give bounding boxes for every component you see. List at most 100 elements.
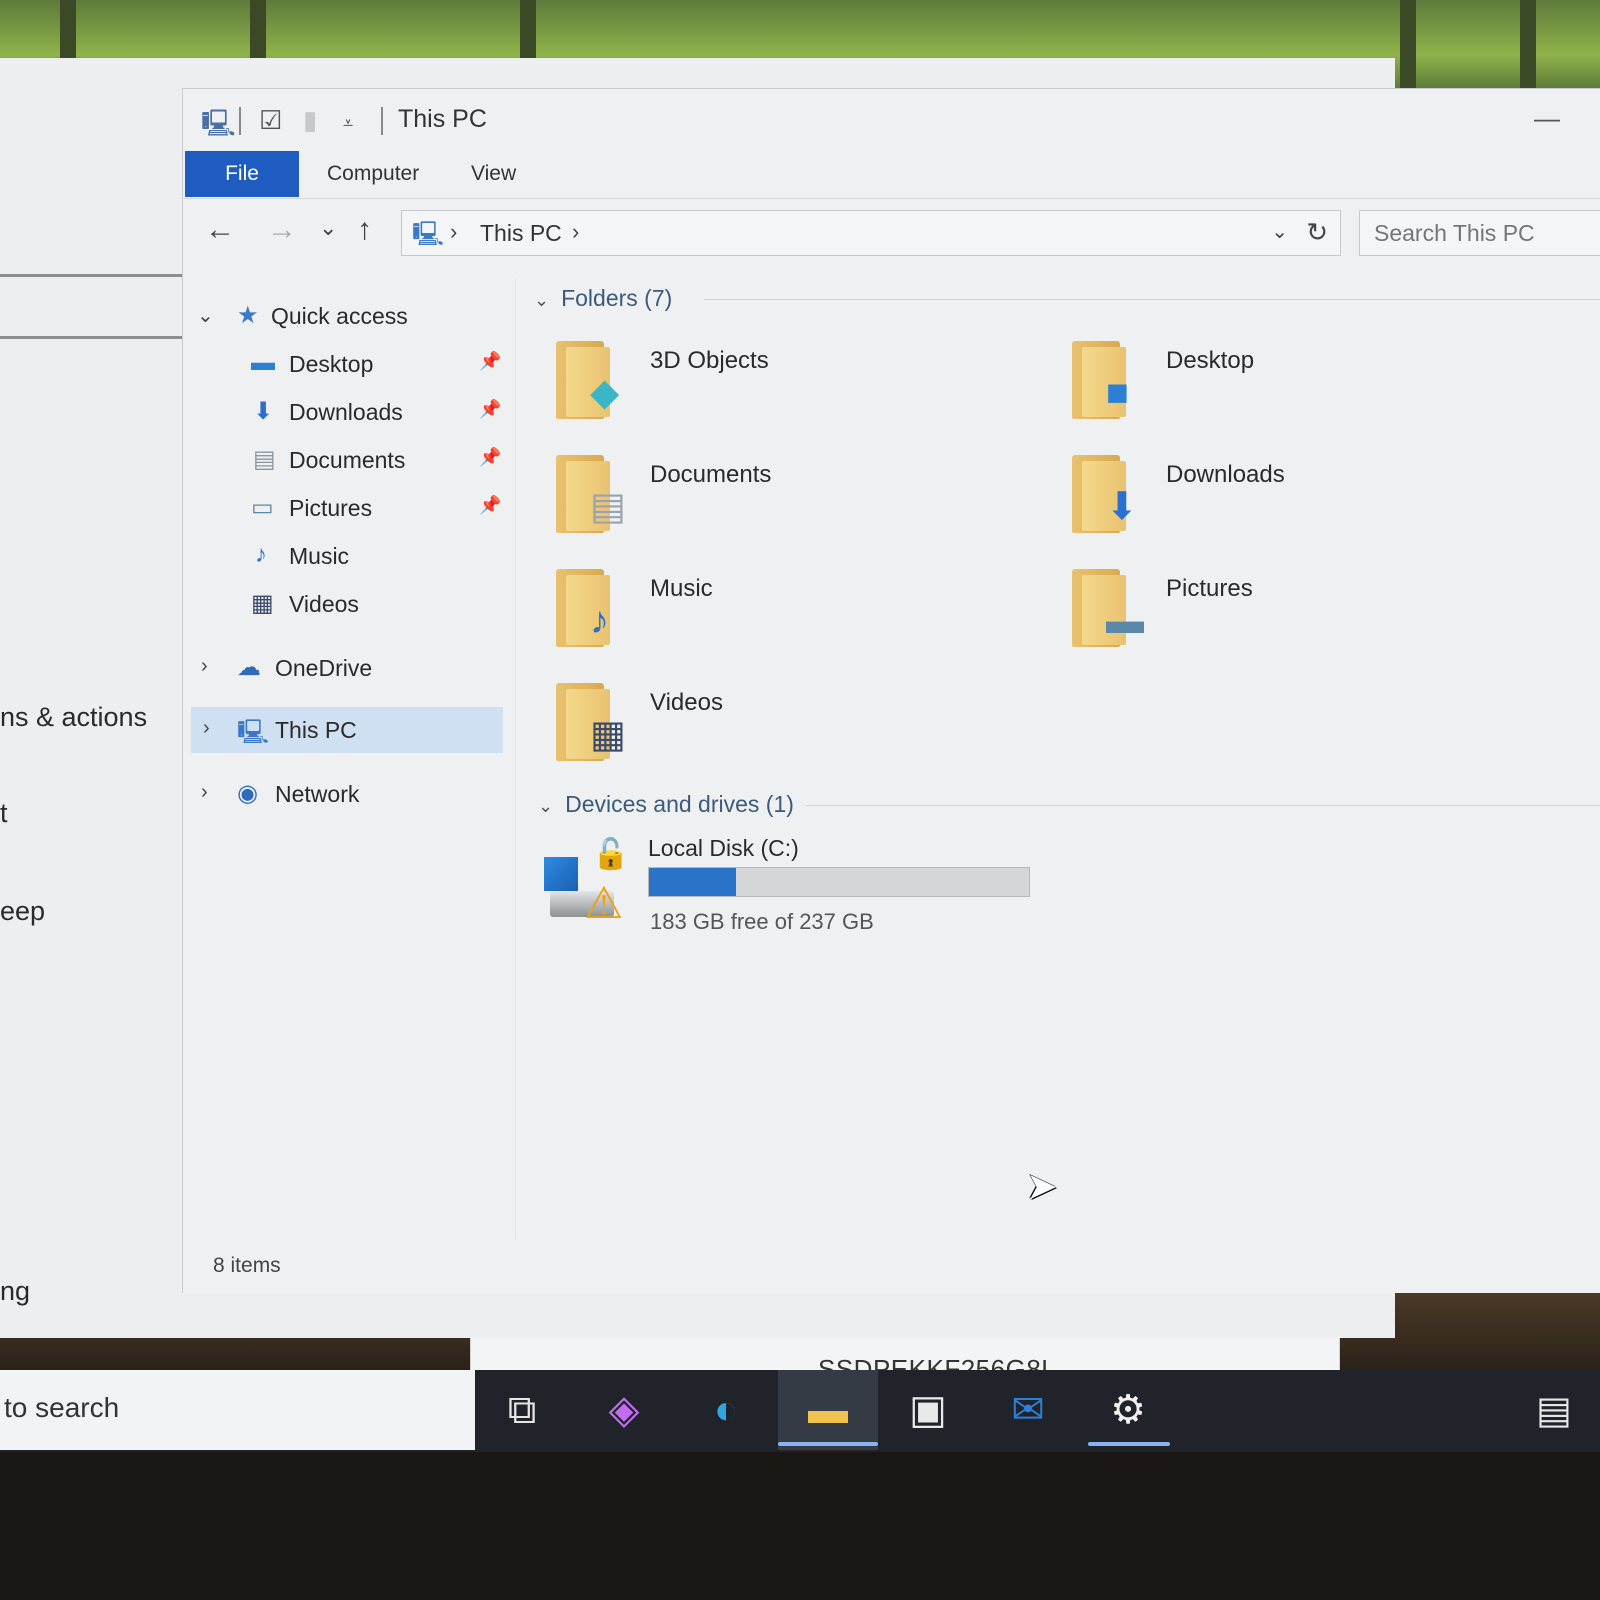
nav-item-label: Pictures (289, 495, 373, 521)
desktop-icon: ■ (1106, 372, 1129, 414)
bamboo-stalk (1520, 0, 1536, 90)
settings-nav-fragment[interactable]: ns & actions (0, 702, 147, 733)
drive-usage-fill (649, 868, 736, 896)
taskbar-search-box[interactable]: to search (0, 1370, 475, 1450)
computer-icon[interactable]: 🖳 (201, 105, 236, 149)
chevron-right-icon[interactable]: › (201, 655, 208, 678)
nav-item-onedrive[interactable]: › ☁ OneDrive (183, 645, 503, 691)
separator (381, 107, 383, 135)
pin-icon[interactable]: 📌 (479, 495, 501, 516)
folder-icon: ◆ (556, 339, 632, 419)
task-view-icon[interactable]: ⧉ (492, 1382, 552, 1438)
task-view-glyph: ⧉ (507, 1388, 537, 1432)
nav-item-label: Downloads (289, 399, 403, 425)
breadcrumb-this-pc[interactable]: This PC (480, 220, 562, 247)
tab-computer[interactable]: Computer (301, 151, 445, 197)
settings-icon[interactable]: ⚙ (1098, 1382, 1158, 1438)
chevron-down-icon[interactable]: ⌄ (538, 796, 553, 817)
group-header-label: Devices and drives (1) (565, 791, 794, 817)
new-folder-icon[interactable]: ▮ (303, 105, 317, 136)
tab-view[interactable]: View (445, 151, 542, 197)
chevron-down-icon[interactable]: ⌄ (534, 290, 549, 311)
this-pc-icon: 🖳 (237, 719, 270, 746)
status-item-count: 8 items (213, 1254, 281, 1277)
outlook-icon[interactable]: ✉ (998, 1382, 1058, 1438)
folder-item-downloads[interactable]: ⬇ Downloads (1072, 453, 1542, 553)
settings-nav-fragment[interactable]: t (0, 798, 8, 829)
minimize-button[interactable]: — (1534, 103, 1560, 134)
edge-glyph: ◐ (713, 1388, 739, 1432)
microsoft-store-icon[interactable]: ▣ (898, 1382, 958, 1438)
group-header-label: Folders (7) (561, 285, 673, 311)
folder-item-desktop[interactable]: ■ Desktop (1072, 339, 1542, 439)
running-indicator (778, 1442, 878, 1446)
settings-nav-fragment[interactable]: ng (0, 1276, 30, 1307)
nav-item-label: OneDrive (275, 655, 373, 681)
documents-icon: ▤ (253, 446, 276, 473)
folder-icon: ⬇ (1072, 453, 1148, 533)
folder-name: Documents (650, 461, 772, 488)
folder-item-pictures[interactable]: ▬ Pictures (1072, 567, 1542, 667)
nav-item-label: Music (289, 543, 350, 569)
search-input[interactable] (1359, 210, 1600, 256)
mouse-cursor-icon: ➤ (1026, 1166, 1058, 1208)
folder-item-music[interactable]: ♪ Music (556, 567, 1026, 667)
nav-item-pictures[interactable]: ▭ Pictures 📌 (183, 485, 503, 531)
nav-item-music[interactable]: ♪ Music (183, 533, 503, 579)
folder-name: 3D Objects (650, 347, 769, 374)
navigation-pane: ⌄ ★ Quick access ▬ Desktop 📌 ⬇ Downloads… (183, 279, 513, 1239)
nav-item-quick-access[interactable]: ⌄ ★ Quick access (183, 293, 503, 339)
title-bar: 🖳 ☑ ▮ ⩡ This PC — (183, 89, 1600, 153)
folder-item-3d-objects[interactable]: ◆ 3D Objects (556, 339, 1026, 439)
pin-icon[interactable]: 📌 (479, 399, 501, 420)
nav-item-label: Quick access (271, 303, 408, 329)
recent-locations-button[interactable]: ⌄ (319, 215, 337, 241)
star-icon: ★ (237, 302, 259, 329)
nav-item-network[interactable]: › ◉ Network (183, 771, 503, 817)
nav-item-label: Documents (289, 447, 406, 473)
back-button[interactable]: ← (205, 213, 235, 247)
copilot-icon[interactable]: ◈ (594, 1382, 654, 1438)
address-dropdown-button[interactable]: ⌄ (1271, 219, 1288, 244)
settings-nav-fragment[interactable]: eep (0, 896, 45, 927)
chevron-right-icon[interactable]: › (203, 717, 210, 740)
pin-icon[interactable]: 📌 (479, 447, 501, 468)
drive-usage-bar (648, 867, 1030, 897)
this-pc-icon: 🖳 (412, 221, 445, 248)
chevron-right-icon[interactable]: › (572, 219, 579, 245)
chevron-right-icon[interactable]: › (450, 219, 457, 245)
nav-item-label: This PC (275, 717, 357, 743)
nav-item-videos[interactable]: ▦ Videos (183, 581, 503, 627)
folder-item-videos[interactable]: ▦ Videos (556, 681, 1026, 781)
file-explorer-window: 🖳 ☑ ▮ ⩡ This PC — File Computer View ← →… (182, 88, 1600, 1293)
nav-item-desktop[interactable]: ▬ Desktop 📌 (183, 341, 503, 387)
store-glyph: ▣ (909, 1388, 947, 1432)
group-header-drives[interactable]: ⌄ Devices and drives (1) (538, 791, 794, 818)
customize-dropdown-icon[interactable]: ⩡ (343, 113, 353, 134)
chevron-down-icon[interactable]: ⌄ (197, 303, 214, 328)
folder-name: Desktop (1166, 347, 1255, 374)
outlook-glyph: ✉ (1011, 1388, 1045, 1432)
music-icon: ♪ (255, 541, 267, 568)
copilot-glyph: ◈ (608, 1388, 640, 1432)
refresh-button[interactable]: ↻ (1306, 217, 1328, 248)
tab-file[interactable]: File (185, 151, 299, 197)
pin-icon[interactable]: 📌 (479, 351, 501, 372)
nav-item-downloads[interactable]: ⬇ Downloads 📌 (183, 389, 503, 435)
nav-item-this-pc[interactable]: › 🖳 This PC (191, 707, 503, 753)
news-icon[interactable]: ▤ (1536, 1388, 1572, 1433)
address-bar[interactable]: 🖳 › This PC › ⌄ ↻ (401, 210, 1341, 256)
group-header-folders[interactable]: ⌄ Folders (7) (534, 285, 672, 312)
drive-item-local-disk-c[interactable]: 🔓 ⚠ Local Disk (C:) 183 GB free of 237 G… (542, 835, 1062, 945)
forward-button[interactable]: → (267, 213, 297, 247)
chevron-right-icon[interactable]: › (201, 781, 208, 804)
cube-icon: ◆ (590, 372, 620, 414)
nav-item-documents[interactable]: ▤ Documents 📌 (183, 437, 503, 483)
up-button[interactable]: ↑ (357, 213, 372, 247)
file-explorer-icon[interactable]: ▬ (798, 1382, 858, 1438)
folder-item-documents[interactable]: ▤ Documents (556, 453, 1026, 553)
properties-check-icon[interactable]: ☑ (259, 105, 282, 136)
nav-item-label: Videos (289, 591, 359, 617)
downloads-icon: ⬇ (253, 398, 274, 425)
edge-icon[interactable]: ◐ (696, 1382, 756, 1438)
